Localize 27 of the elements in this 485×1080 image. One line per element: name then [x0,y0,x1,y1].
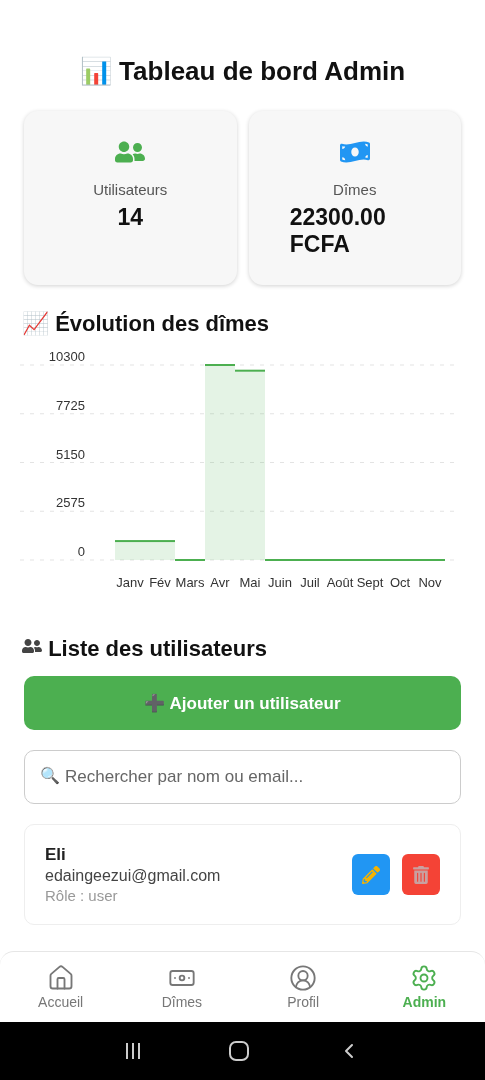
section-title: 📈 Évolution des dîmes [22,311,271,337]
x-tick-label: Mars [175,575,205,590]
x-tick-label: Fév [149,575,171,590]
x-tick-label: Janv [116,575,144,590]
stat-label: Dîmes [333,181,377,198]
page-title: 📊 Tableau de bord Admin [78,56,407,87]
y-tick-label: 0 [77,544,85,559]
y-tick-label: 5150 [56,446,85,462]
stat-value: 14 [116,204,145,231]
y-tick-label: 10300 [48,349,85,364]
stat-value: 22300.00 FCFA [289,204,387,258]
stat-label: Utilisateurs [93,181,168,198]
x-tick-label: Juin [268,575,292,590]
x-tick-label: Mai [239,575,261,590]
search-icon: 🔍 [40,766,60,785]
section-title: Liste des utilisateurs [22,636,461,662]
user-name: Eli [45,845,67,865]
user-role: Rôle : user [45,887,119,904]
x-tick-label: Août [326,575,354,590]
x-tick-label: Juil [300,575,320,590]
x-tick-label: Sept [356,575,384,590]
x-tick-label: Oct [389,575,411,590]
x-tick-label: Nov [418,575,442,590]
user-email: edaingeezui@gmail.com [45,867,221,885]
y-tick-label: 7725 [56,397,85,413]
x-tick-label: Avr [210,575,230,590]
y-tick-label: 2575 [56,495,85,511]
